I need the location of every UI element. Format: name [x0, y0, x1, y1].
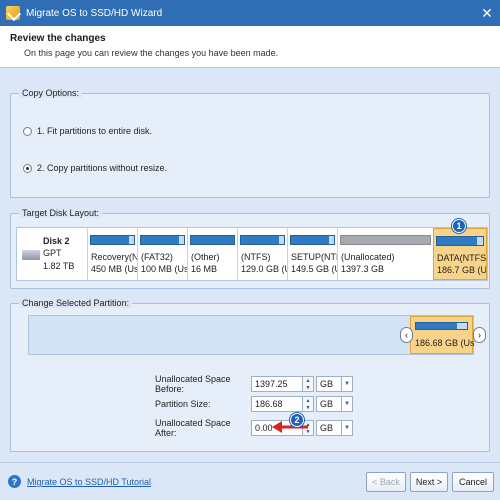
window-title: Migrate OS to SSD/HD Wizard: [26, 7, 163, 19]
next-button[interactable]: Next >: [410, 472, 448, 492]
chevron-down-icon[interactable]: ▼: [342, 376, 353, 392]
unallocated-before-label: Unallocated Space Before:: [155, 374, 231, 394]
partition-usage-bar: [140, 235, 185, 245]
page-title: Review the changes: [10, 33, 106, 44]
right-resize-handle[interactable]: ›: [473, 327, 486, 343]
partition-size: 100 MB (Used: [141, 264, 187, 274]
partition-data-selected[interactable]: DATA(NTFS) 186.7 GB (Us: [433, 228, 487, 280]
partition-size-spinner[interactable]: ▲ ▼: [303, 396, 314, 412]
partition-size: 149.5 GB (Us: [291, 264, 337, 274]
partition-resize-bar[interactable]: 186.68 GB (Us ‹ ›: [28, 315, 486, 355]
help-icon[interactable]: ?: [8, 475, 21, 488]
page-subtitle: On this page you can review the changes …: [24, 48, 279, 58]
callout-badge-2: 2: [290, 413, 304, 427]
spin-up-icon[interactable]: ▲: [303, 397, 313, 404]
wizard-footer: ? Migrate OS to SSD/HD Tutorial < Back N…: [0, 462, 500, 500]
partition-size: 1397.3 GB: [341, 264, 385, 274]
back-button[interactable]: < Back: [366, 472, 406, 492]
partition-size: 16 MB: [191, 264, 218, 274]
cancel-button[interactable]: Cancel: [452, 472, 494, 492]
hard-drive-icon: [22, 250, 40, 260]
partition-label: Recovery(NTFS): [91, 252, 137, 262]
spin-up-icon[interactable]: ▲: [303, 377, 313, 384]
spin-down-icon[interactable]: ▼: [303, 384, 313, 391]
chevron-down-icon[interactable]: ▼: [342, 420, 353, 436]
partition-usage-bar: [436, 236, 484, 246]
partition-usage-bar: [90, 235, 135, 245]
partition-usage-bar: [290, 235, 335, 245]
partition-label: (NTFS): [241, 252, 271, 262]
disk-map: Disk 2 GPT 1.82 TB Recovery(NTFS) 450 MB…: [16, 227, 488, 281]
change-partition-legend: Change Selected Partition:: [19, 298, 133, 308]
partition-setup[interactable]: SETUP(NTFS) 149.5 GB (Us: [287, 228, 337, 280]
close-icon[interactable]: ✕: [474, 0, 500, 26]
tutorial-link[interactable]: Migrate OS to SSD/HD Tutorial: [27, 477, 151, 487]
unallocated-before-unit[interactable]: GB: [316, 376, 342, 392]
wizard-header: Review the changes On this page you can …: [0, 26, 500, 68]
partition-size-label: Partition Size:: [155, 399, 211, 409]
partition-label: SETUP(NTFS): [291, 252, 337, 262]
radio-copy-without-resize[interactable]: [23, 163, 32, 173]
partition-size: 186.7 GB (Us: [437, 265, 487, 275]
spin-down-icon[interactable]: ▼: [303, 404, 313, 411]
option-fit-partitions[interactable]: 1. Fit partitions to entire disk.: [23, 126, 152, 136]
copy-options-legend: Copy Options:: [19, 88, 83, 98]
left-resize-handle[interactable]: ‹: [400, 327, 413, 343]
option-fit-partitions-label: 1. Fit partitions to entire disk.: [37, 126, 153, 136]
title-bar: Migrate OS to SSD/HD Wizard ✕: [0, 0, 500, 26]
partition-ntfs[interactable]: (NTFS) 129.0 GB (Us: [237, 228, 287, 280]
partition-recovery[interactable]: Recovery(NTFS) 450 MB (Used: [87, 228, 137, 280]
target-disk-legend: Target Disk Layout:: [19, 208, 103, 218]
unallocated-after-label: Unallocated Space After:: [155, 418, 231, 438]
unallocated-after-row: Unallocated Space After: 0.00 ▲ ▼ GB ▼: [155, 418, 353, 438]
partition-size: 450 MB (Used: [91, 264, 137, 274]
disk-size: 1.82 TB: [43, 261, 75, 271]
radio-fit-partitions[interactable]: [23, 126, 32, 136]
partition-size: 129.0 GB (Us: [241, 264, 287, 274]
partition-label: (Other): [191, 252, 220, 262]
disk-info[interactable]: Disk 2 GPT 1.82 TB: [17, 228, 87, 280]
partition-label: DATA(NTFS): [437, 253, 487, 263]
option-copy-without-resize[interactable]: 2. Copy partitions without resize.: [23, 163, 167, 173]
partition-fat32[interactable]: (FAT32) 100 MB (Used: [137, 228, 187, 280]
selected-partition-block[interactable]: 186.68 GB (Us: [410, 316, 475, 354]
partition-label: (FAT32): [141, 252, 173, 262]
copy-options-group: Copy Options: 1. Fit partitions to entir…: [10, 88, 490, 198]
unallocated-before-spinner[interactable]: ▲ ▼: [303, 376, 314, 392]
chevron-down-icon[interactable]: ▼: [342, 396, 353, 412]
selected-partition-size: 186.68 GB (Us: [415, 338, 475, 348]
partition-label: (Unallocated): [341, 252, 395, 262]
partition-size-unit[interactable]: GB: [316, 396, 342, 412]
partition-size-input[interactable]: 186.68: [251, 396, 303, 412]
partition-unallocated[interactable]: (Unallocated) 1397.3 GB: [337, 228, 433, 280]
partition-usage-bar: [340, 235, 431, 245]
app-icon: [6, 6, 20, 20]
unallocated-after-unit[interactable]: GB: [316, 420, 342, 436]
partition-usage-bar: [415, 322, 468, 330]
disk-name: Disk 2: [43, 236, 70, 246]
option-copy-without-resize-label: 2. Copy partitions without resize.: [37, 163, 168, 173]
partition-size-row: Partition Size: 186.68 ▲ ▼ GB ▼: [155, 396, 353, 412]
partition-usage-bar: [190, 235, 235, 245]
disk-type: GPT: [43, 248, 62, 258]
unallocated-before-row: Unallocated Space Before: 1397.25 ▲ ▼ GB …: [155, 374, 353, 394]
partition-usage-bar: [240, 235, 285, 245]
callout-badge-1: 1: [452, 219, 466, 233]
unallocated-before-input[interactable]: 1397.25: [251, 376, 303, 392]
partition-other[interactable]: (Other) 16 MB: [187, 228, 237, 280]
